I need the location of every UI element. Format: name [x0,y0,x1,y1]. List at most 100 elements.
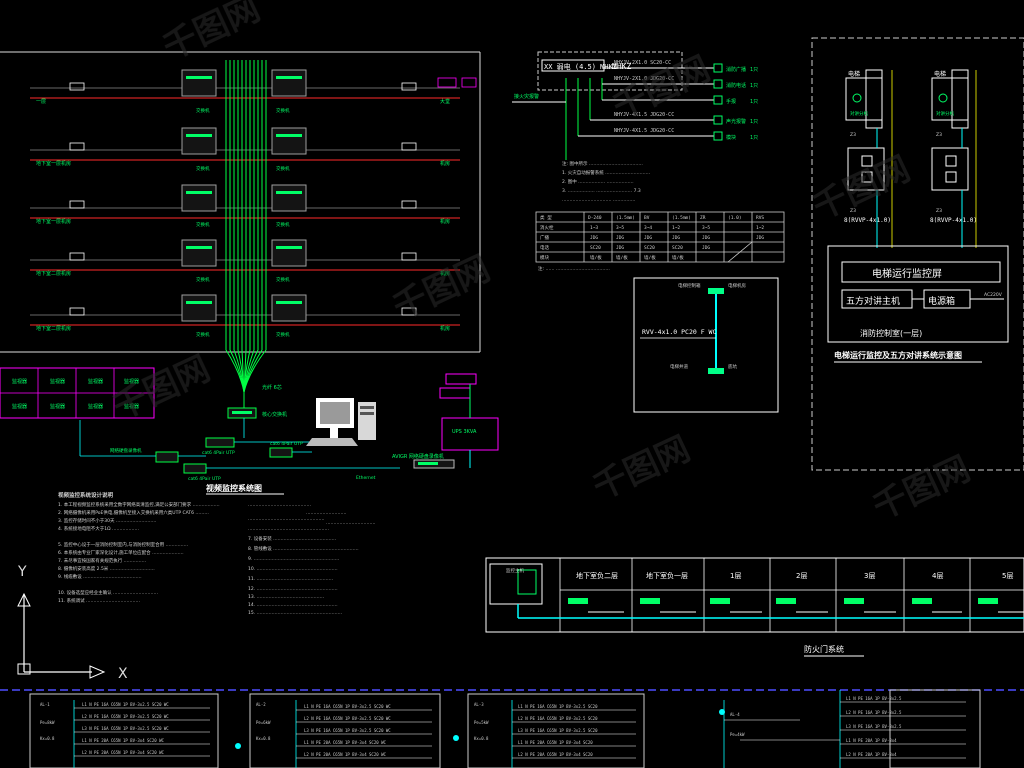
svg-text:7. 未尽事宜按国家有关规范执行 ……………: 7. 未尽事宜按国家有关规范执行 …………… [58,557,146,564]
svg-text:监视器: 监视器 [88,378,103,385]
svg-text:6. 本系统由专业厂家深化设计,施工单位应配合 ………………: 6. 本系统由专业厂家深化设计,施工单位应配合 ………………… [58,549,184,556]
svg-text:……………………………………: …………………………………… [248,503,311,508]
svg-text:1~2: 1~2 [756,225,764,231]
svg-text:……………………………: …………………………… [326,521,376,526]
svg-text:千图网: 千图网 [867,449,976,528]
fire-room-title: 消防控制室(一层) [860,328,922,338]
svg-text:cat6 4Pair UTP: cat6 4Pair UTP [202,450,235,456]
svg-text:地下室二层机房: 地下室二层机房 [36,270,71,277]
svg-text:千图网: 千图网 [587,429,696,508]
svg-text:墙/板: 墙/板 [644,254,656,261]
svg-text:电梯: 电梯 [848,70,860,78]
floor-label-3: 3层 [864,572,875,580]
svg-text:监控主机: 监控主机 [506,567,524,574]
svg-text:电梯井道: 电梯井道 [670,363,688,370]
svg-text:1只: 1只 [750,135,758,141]
svg-text:JDG: JDG [672,235,680,241]
svg-text:5. 监控中心设于一层消防控制室内,与消防控制室合用 ………: 5. 监控中心设于一层消防控制室内,与消防控制室合用 …………… [58,541,188,548]
svg-text:1只: 1只 [750,83,758,89]
svg-text:Ethernet: Ethernet [356,475,376,481]
svg-text:11. ……………………………………………: 11. …………………………………………… [248,576,333,582]
svg-text:3~5: 3~5 [616,225,624,231]
cad-drawing-canvas[interactable]: 一层 地下室一层机房 地下室一层机房 地下室二层机房 地下室二层机房 大堂机房 … [0,0,1024,768]
svg-text:JDG: JDG [756,235,764,241]
svg-text:cat6 4Pair UTP: cat6 4Pair UTP [270,441,303,447]
floor-label-4: 4层 [932,572,943,580]
svg-text:注: …… ………………………………: 注: …… ……………………………… [538,265,610,272]
svg-text:广播: 广播 [540,234,549,241]
svg-text:1~2: 1~2 [672,225,680,231]
svg-text:Kx=0.8: Kx=0.8 [40,736,55,741]
svg-text:L1 N PE 16A 1P BV-3x2.5: L1 N PE 16A 1P BV-3x2.5 [846,696,902,701]
cable-spec-right: 8(RVVP-4x1.0) [930,217,977,224]
svg-text:大堂: 大堂 [440,98,450,105]
svg-text:(1.0): (1.0) [728,215,742,221]
svg-text:电话: 电话 [540,244,549,251]
elevator-monitor-screen: 电梯运行监控屏 [872,267,942,280]
green-risers [225,60,267,393]
svg-text:XX 弱电 (4.5) MHKZ: XX 弱电 (4.5) MHKZ [544,62,617,71]
svg-text:L2 N PE 20A C65N 1P BV-3x4 SC2: L2 N PE 20A C65N 1P BV-3x4 SC20 [518,752,593,757]
svg-text:监视器: 监视器 [88,403,103,410]
svg-text:Pe=4kW: Pe=4kW [730,732,745,737]
svg-text:L3 N PE 16A C65N 1P BV-3x2.5 S: L3 N PE 16A C65N 1P BV-3x2.5 SC20 WC [82,726,169,731]
cctv-title: 视频监控系统图 [206,483,262,493]
bottom-panel-schedules: L1 N PE 16A C65N 1P BV-3x2.5 SC20 WC L2 … [0,689,1024,768]
svg-text:1只: 1只 [750,119,758,125]
svg-text:墙/板: 墙/板 [616,254,628,261]
riser-detail: RVV-4x1.0 PC20 F WC 电梯控制箱 电梯机房 电梯井道 底坑 [633,277,779,413]
svg-text:监视器: 监视器 [50,378,65,385]
svg-text:9. 线缆敷设 …………………………………: 9. 线缆敷设 ………………………………… [58,573,142,580]
svg-text:UPS 3KVA: UPS 3KVA [452,429,477,435]
elevator-car-right: 电梯 对讲分机 Z3 Z3 8(RVVP-4x1.0) [930,69,977,248]
svg-text:Pe=8kW: Pe=8kW [40,720,55,725]
svg-text:AC220V: AC220V [984,292,1003,298]
svg-text:Z3: Z3 [850,132,856,138]
svg-text:L1 N PE 16A C65N 1P BV-3x2.5 S: L1 N PE 16A C65N 1P BV-3x2.5 SC20 WC [304,704,391,709]
svg-text:消火栓: 消火栓 [540,224,554,231]
svg-text:消防电话: 消防电话 [726,82,746,89]
svg-text:类 型: 类 型 [540,214,552,221]
svg-text:Pe=6kW: Pe=6kW [256,720,271,725]
ucs-icon[interactable]: Y X [17,564,128,682]
svg-text:cat6 4Pair UTP: cat6 4Pair UTP [188,476,221,482]
svg-text:地下室二层机房: 地下室二层机房 [36,325,71,332]
svg-text:JDG: JDG [702,235,710,241]
svg-text:模块: 模块 [726,134,736,141]
floor-label-2: 2层 [796,572,807,580]
svg-text:电梯控制箱: 电梯控制箱 [678,282,701,289]
svg-text:AVIGR 网络硬盘录像机: AVIGR 网络硬盘录像机 [392,453,444,460]
svg-text:L1 N PE 16A C65N 1P BV-3x2.5 S: L1 N PE 16A C65N 1P BV-3x2.5 SC20 WC [82,702,169,707]
svg-text:10. ………………………………………………: 10. ……………………………………………… [248,566,338,572]
left-cameras: 一层 地下室一层机房 地下室一层机房 地下室二层机房 地下室二层机房 [36,82,85,332]
floor-tag: 一层 [36,99,46,105]
svg-text:L2 N PE 20A 1P BV-3x4: L2 N PE 20A 1P BV-3x4 [846,752,897,757]
svg-text:SC20: SC20 [590,245,601,251]
printer-nvr: AVIGR 网络硬盘录像机 [392,453,455,469]
svg-text:………………………………………………: ……………………………………………… [248,527,329,532]
svg-text:底坑: 底坑 [728,363,737,370]
svg-text:地下室一层机房: 地下室一层机房 [36,218,71,225]
svg-text:机房: 机房 [440,218,450,225]
svg-text:千图网: 千图网 [157,0,266,68]
svg-text:L1 N PE 16A C65N 1P BV-3x2.5 S: L1 N PE 16A C65N 1P BV-3x2.5 SC20 [518,704,598,709]
svg-text:12. ………………………………………………: 12. ……………………………………………… [248,586,338,592]
ucs-y-label: Y [17,564,27,580]
svg-text:AL-4: AL-4 [730,712,740,717]
cable-label-1: RVV-4x1.0 PC20 F WC [642,328,716,336]
svg-text:(1.5mm): (1.5mm) [672,215,691,221]
svg-text:模块: 模块 [540,254,549,261]
svg-text:1只: 1只 [750,99,758,105]
svg-text:JDG: JDG [616,235,624,241]
svg-text:Kx=0.8: Kx=0.8 [256,736,271,741]
fire-door-title: 防火门系统 [804,644,844,654]
svg-text:3. 监控存储时间不小于30天 ………………………: 3. 监控存储时间不小于30天 ……………………… [58,517,156,524]
svg-text:Z3: Z3 [936,208,942,214]
core-switch: 核心交换机 光纤 6芯 [227,384,287,419]
svg-text:对讲分机: 对讲分机 [936,110,954,117]
floor-label-b1: 地下室负一层 [646,571,688,580]
svg-text:注: 图中所示 ………………………………: 注: 图中所示 ……………………………… [562,160,643,167]
svg-text:L3 N PE 16A C65N 1P BV-3x2.5 S: L3 N PE 16A C65N 1P BV-3x2.5 SC20 WC [304,728,391,733]
svg-text:Kx=0.8: Kx=0.8 [474,736,489,741]
cable-table [535,211,785,263]
